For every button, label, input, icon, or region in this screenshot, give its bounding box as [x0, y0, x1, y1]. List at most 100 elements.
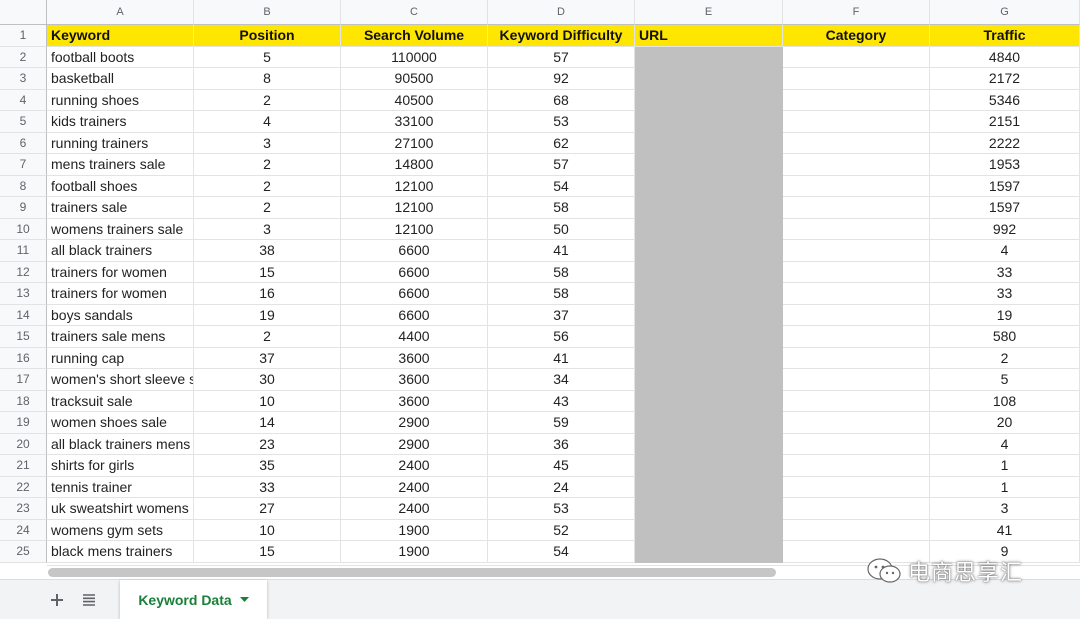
cell-search-volume[interactable]: 110000	[341, 46, 488, 68]
cell-traffic[interactable]: 33	[930, 261, 1080, 283]
cell-url-redacted[interactable]	[635, 240, 783, 262]
row-number[interactable]: 8	[0, 175, 47, 197]
cell-keyword[interactable]: trainers for women	[47, 283, 194, 305]
column-header-e[interactable]: E	[635, 0, 783, 25]
cell-url-redacted[interactable]	[635, 89, 783, 111]
cell-traffic[interactable]: 992	[930, 218, 1080, 240]
cell-position[interactable]: 19	[194, 304, 341, 326]
cell-keyword[interactable]: womens gym sets	[47, 519, 194, 541]
header-search-volume[interactable]: Search Volume	[341, 25, 488, 47]
cell-traffic[interactable]: 1	[930, 476, 1080, 498]
cell-traffic[interactable]: 2172	[930, 68, 1080, 90]
cell-keyword-difficulty[interactable]: 92	[488, 68, 635, 90]
cell-url-redacted[interactable]	[635, 197, 783, 219]
cell-url-redacted[interactable]	[635, 519, 783, 541]
column-header-c[interactable]: C	[341, 0, 488, 25]
cell-category[interactable]	[783, 498, 930, 520]
row-number[interactable]: 22	[0, 476, 47, 498]
cell-url-redacted[interactable]	[635, 304, 783, 326]
cell-category[interactable]	[783, 519, 930, 541]
cell-url-redacted[interactable]	[635, 46, 783, 68]
cell-category[interactable]	[783, 326, 930, 348]
row-number[interactable]: 13	[0, 283, 47, 305]
cell-traffic[interactable]: 3	[930, 498, 1080, 520]
row-number[interactable]: 18	[0, 390, 47, 412]
cell-traffic[interactable]: 2	[930, 347, 1080, 369]
cell-search-volume[interactable]: 3600	[341, 347, 488, 369]
cell-position[interactable]: 8	[194, 68, 341, 90]
cell-position[interactable]: 30	[194, 369, 341, 391]
cell-search-volume[interactable]: 33100	[341, 111, 488, 133]
cell-search-volume[interactable]: 2400	[341, 498, 488, 520]
cell-search-volume[interactable]: 2400	[341, 455, 488, 477]
column-header-f[interactable]: F	[783, 0, 930, 25]
cell-position[interactable]: 10	[194, 390, 341, 412]
cell-position[interactable]: 5	[194, 46, 341, 68]
cell-position[interactable]: 10	[194, 519, 341, 541]
row-number[interactable]: 19	[0, 412, 47, 434]
column-header-a[interactable]: A	[47, 0, 194, 25]
cell-category[interactable]	[783, 476, 930, 498]
cell-position[interactable]: 38	[194, 240, 341, 262]
cell-search-volume[interactable]: 6600	[341, 261, 488, 283]
cell-search-volume[interactable]: 14800	[341, 154, 488, 176]
all-sheets-button[interactable]	[79, 590, 99, 610]
cell-keyword[interactable]: shirts for girls	[47, 455, 194, 477]
cell-category[interactable]	[783, 412, 930, 434]
cell-category[interactable]	[783, 261, 930, 283]
column-header-d[interactable]: D	[488, 0, 635, 25]
cell-category[interactable]	[783, 304, 930, 326]
cell-category[interactable]	[783, 175, 930, 197]
column-header-b[interactable]: B	[194, 0, 341, 25]
cell-keyword-difficulty[interactable]: 57	[488, 46, 635, 68]
cell-category[interactable]	[783, 283, 930, 305]
cell-keyword[interactable]: black mens trainers	[47, 541, 194, 563]
row-number[interactable]: 7	[0, 154, 47, 176]
cell-url-redacted[interactable]	[635, 261, 783, 283]
row-number[interactable]: 10	[0, 218, 47, 240]
cell-keyword[interactable]: tracksuit sale	[47, 390, 194, 412]
cell-url-redacted[interactable]	[635, 390, 783, 412]
cell-category[interactable]	[783, 132, 930, 154]
cell-keyword-difficulty[interactable]: 34	[488, 369, 635, 391]
cell-position[interactable]: 27	[194, 498, 341, 520]
cell-traffic[interactable]: 2151	[930, 111, 1080, 133]
cell-keyword[interactable]: women shoes sale	[47, 412, 194, 434]
cell-search-volume[interactable]: 12100	[341, 218, 488, 240]
cell-traffic[interactable]: 5346	[930, 89, 1080, 111]
cell-url-redacted[interactable]	[635, 541, 783, 563]
cell-keyword[interactable]: boys sandals	[47, 304, 194, 326]
row-number[interactable]: 24	[0, 519, 47, 541]
header-url[interactable]: URL	[635, 25, 783, 47]
cell-keyword-difficulty[interactable]: 45	[488, 455, 635, 477]
cell-keyword-difficulty[interactable]: 62	[488, 132, 635, 154]
cell-traffic[interactable]: 20	[930, 412, 1080, 434]
cell-category[interactable]	[783, 390, 930, 412]
cell-url-redacted[interactable]	[635, 175, 783, 197]
cell-traffic[interactable]: 41	[930, 519, 1080, 541]
row-number[interactable]: 23	[0, 498, 47, 520]
cell-keyword[interactable]: football shoes	[47, 175, 194, 197]
cell-keyword-difficulty[interactable]: 58	[488, 283, 635, 305]
cell-url-redacted[interactable]	[635, 347, 783, 369]
header-keyword[interactable]: Keyword	[47, 25, 194, 47]
cell-position[interactable]: 33	[194, 476, 341, 498]
cell-keyword[interactable]: running cap	[47, 347, 194, 369]
cell-category[interactable]	[783, 240, 930, 262]
cell-keyword[interactable]: trainers sale mens	[47, 326, 194, 348]
cell-position[interactable]: 3	[194, 132, 341, 154]
cell-position[interactable]: 2	[194, 326, 341, 348]
cell-traffic[interactable]: 19	[930, 304, 1080, 326]
cell-url-redacted[interactable]	[635, 283, 783, 305]
cell-keyword[interactable]: running shoes	[47, 89, 194, 111]
cell-keyword[interactable]: womens trainers sale	[47, 218, 194, 240]
cell-url-redacted[interactable]	[635, 476, 783, 498]
row-number[interactable]: 25	[0, 541, 47, 563]
cell-keyword-difficulty[interactable]: 57	[488, 154, 635, 176]
cell-search-volume[interactable]: 2900	[341, 412, 488, 434]
row-number[interactable]: 1	[0, 25, 47, 47]
cell-keyword-difficulty[interactable]: 41	[488, 240, 635, 262]
cell-keyword-difficulty[interactable]: 36	[488, 433, 635, 455]
cell-keyword-difficulty[interactable]: 43	[488, 390, 635, 412]
row-number[interactable]: 11	[0, 240, 47, 262]
